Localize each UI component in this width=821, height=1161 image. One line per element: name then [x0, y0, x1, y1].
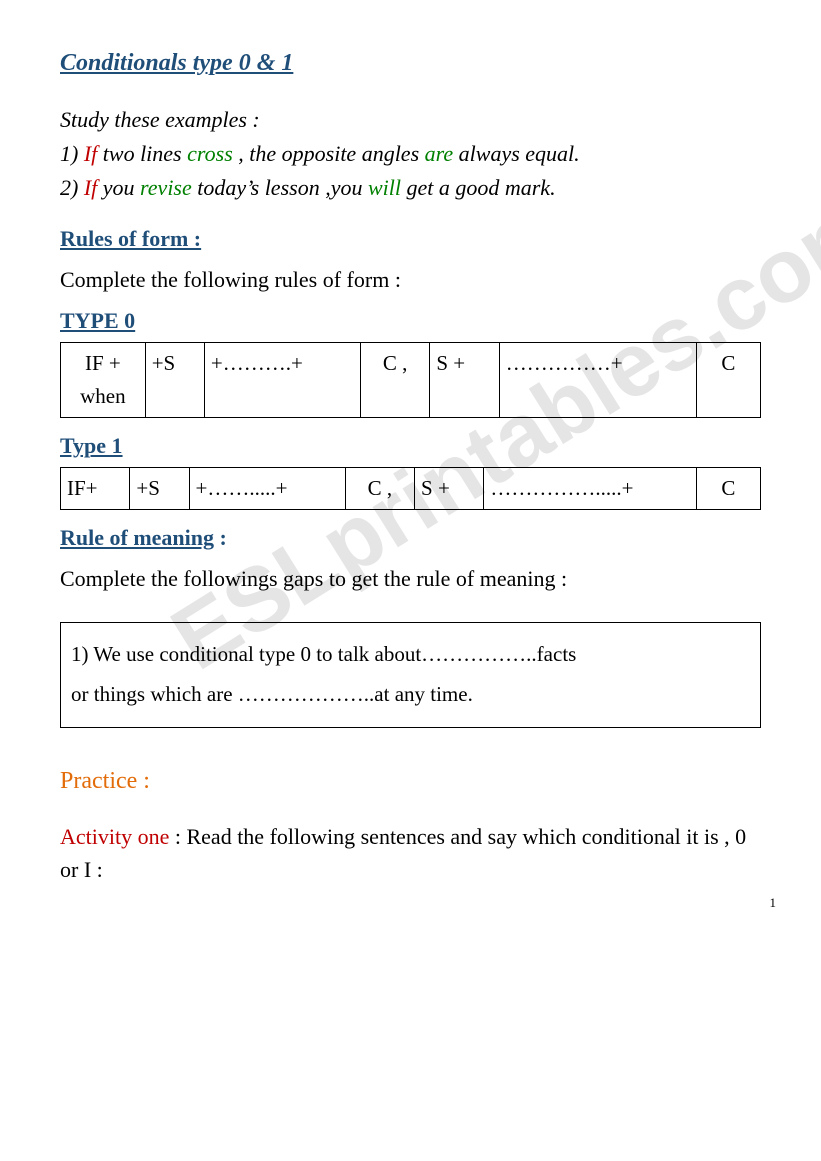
- example-2-verb1: revise: [140, 175, 197, 200]
- example-2-if: If: [84, 175, 103, 200]
- example-2: 2) If you revise today’s lesson ,you wil…: [60, 175, 761, 201]
- example-2-t3: get a good mark.: [406, 175, 555, 200]
- example-2-num: 2): [60, 175, 84, 200]
- type0-label: TYPE 0: [60, 308, 761, 334]
- example-1-t3: always equal.: [453, 141, 580, 166]
- meaning-box: 1) We use conditional type 0 to talk abo…: [60, 622, 761, 728]
- type1-c2: +S: [130, 468, 189, 510]
- type0-c1a: IF +: [67, 351, 139, 376]
- type0-c1: IF + when: [61, 343, 146, 418]
- table-row: IF + when +S +……….+ C , S + ……………+ C: [61, 343, 761, 418]
- practice-head: Practice :: [60, 768, 761, 795]
- type0-c5: S +: [430, 343, 499, 418]
- rules-of-form-text: Complete the following rules of form :: [60, 267, 761, 293]
- example-1-verb2: are: [425, 141, 454, 166]
- example-2-t1: you: [103, 175, 140, 200]
- activity-one: Activity one : Read the following senten…: [60, 820, 761, 886]
- rules-of-form-head: Rules of form :: [60, 226, 761, 252]
- type0-c7: C: [696, 343, 760, 418]
- example-1: 1) If two lines cross , the opposite ang…: [60, 141, 761, 167]
- example-2-verb2: will: [368, 175, 407, 200]
- type1-table: IF+ +S +…….....+ C , S + …………….....+ C: [60, 467, 761, 510]
- rule-of-meaning-head: Rule of meaning: [60, 525, 214, 550]
- example-1-num: 1): [60, 141, 84, 166]
- type1-c3: +…….....+: [189, 468, 345, 510]
- example-1-if: If: [84, 141, 103, 166]
- table-row: IF+ +S +…….....+ C , S + …………….....+ C: [61, 468, 761, 510]
- example-1-t1: two lines: [103, 141, 187, 166]
- example-1-verb1: cross: [187, 141, 233, 166]
- type1-c6: …………….....+: [484, 468, 696, 510]
- rule-of-meaning-colon: :: [214, 525, 227, 550]
- type0-c2: +S: [145, 343, 204, 418]
- rule-of-meaning-text: Complete the followings gaps to get the …: [60, 566, 761, 592]
- type1-label: Type 1: [60, 433, 761, 459]
- type1-c1: IF+: [61, 468, 130, 510]
- type0-c3: +……….+: [204, 343, 360, 418]
- examples-intro: Study these examples :: [60, 107, 761, 133]
- type0-table: IF + when +S +……….+ C , S + ……………+ C: [60, 342, 761, 418]
- activity-one-label: Activity one: [60, 824, 169, 849]
- meaning-box-line2: or things which are ………………..at any time.: [71, 675, 750, 715]
- type1-c5: S +: [415, 468, 484, 510]
- page-number: 1: [770, 895, 777, 911]
- meaning-box-line1: 1) We use conditional type 0 to talk abo…: [71, 635, 750, 675]
- page-title: Conditionals type 0 & 1: [60, 50, 761, 77]
- example-1-t2: , the opposite angles: [233, 141, 425, 166]
- example-2-t2: today’s lesson ,you: [197, 175, 368, 200]
- type0-c6: ……………+: [499, 343, 696, 418]
- type1-c4: C ,: [345, 468, 414, 510]
- type0-c4: C ,: [360, 343, 429, 418]
- type0-c1b: when: [67, 384, 139, 409]
- type1-c7: C: [696, 468, 760, 510]
